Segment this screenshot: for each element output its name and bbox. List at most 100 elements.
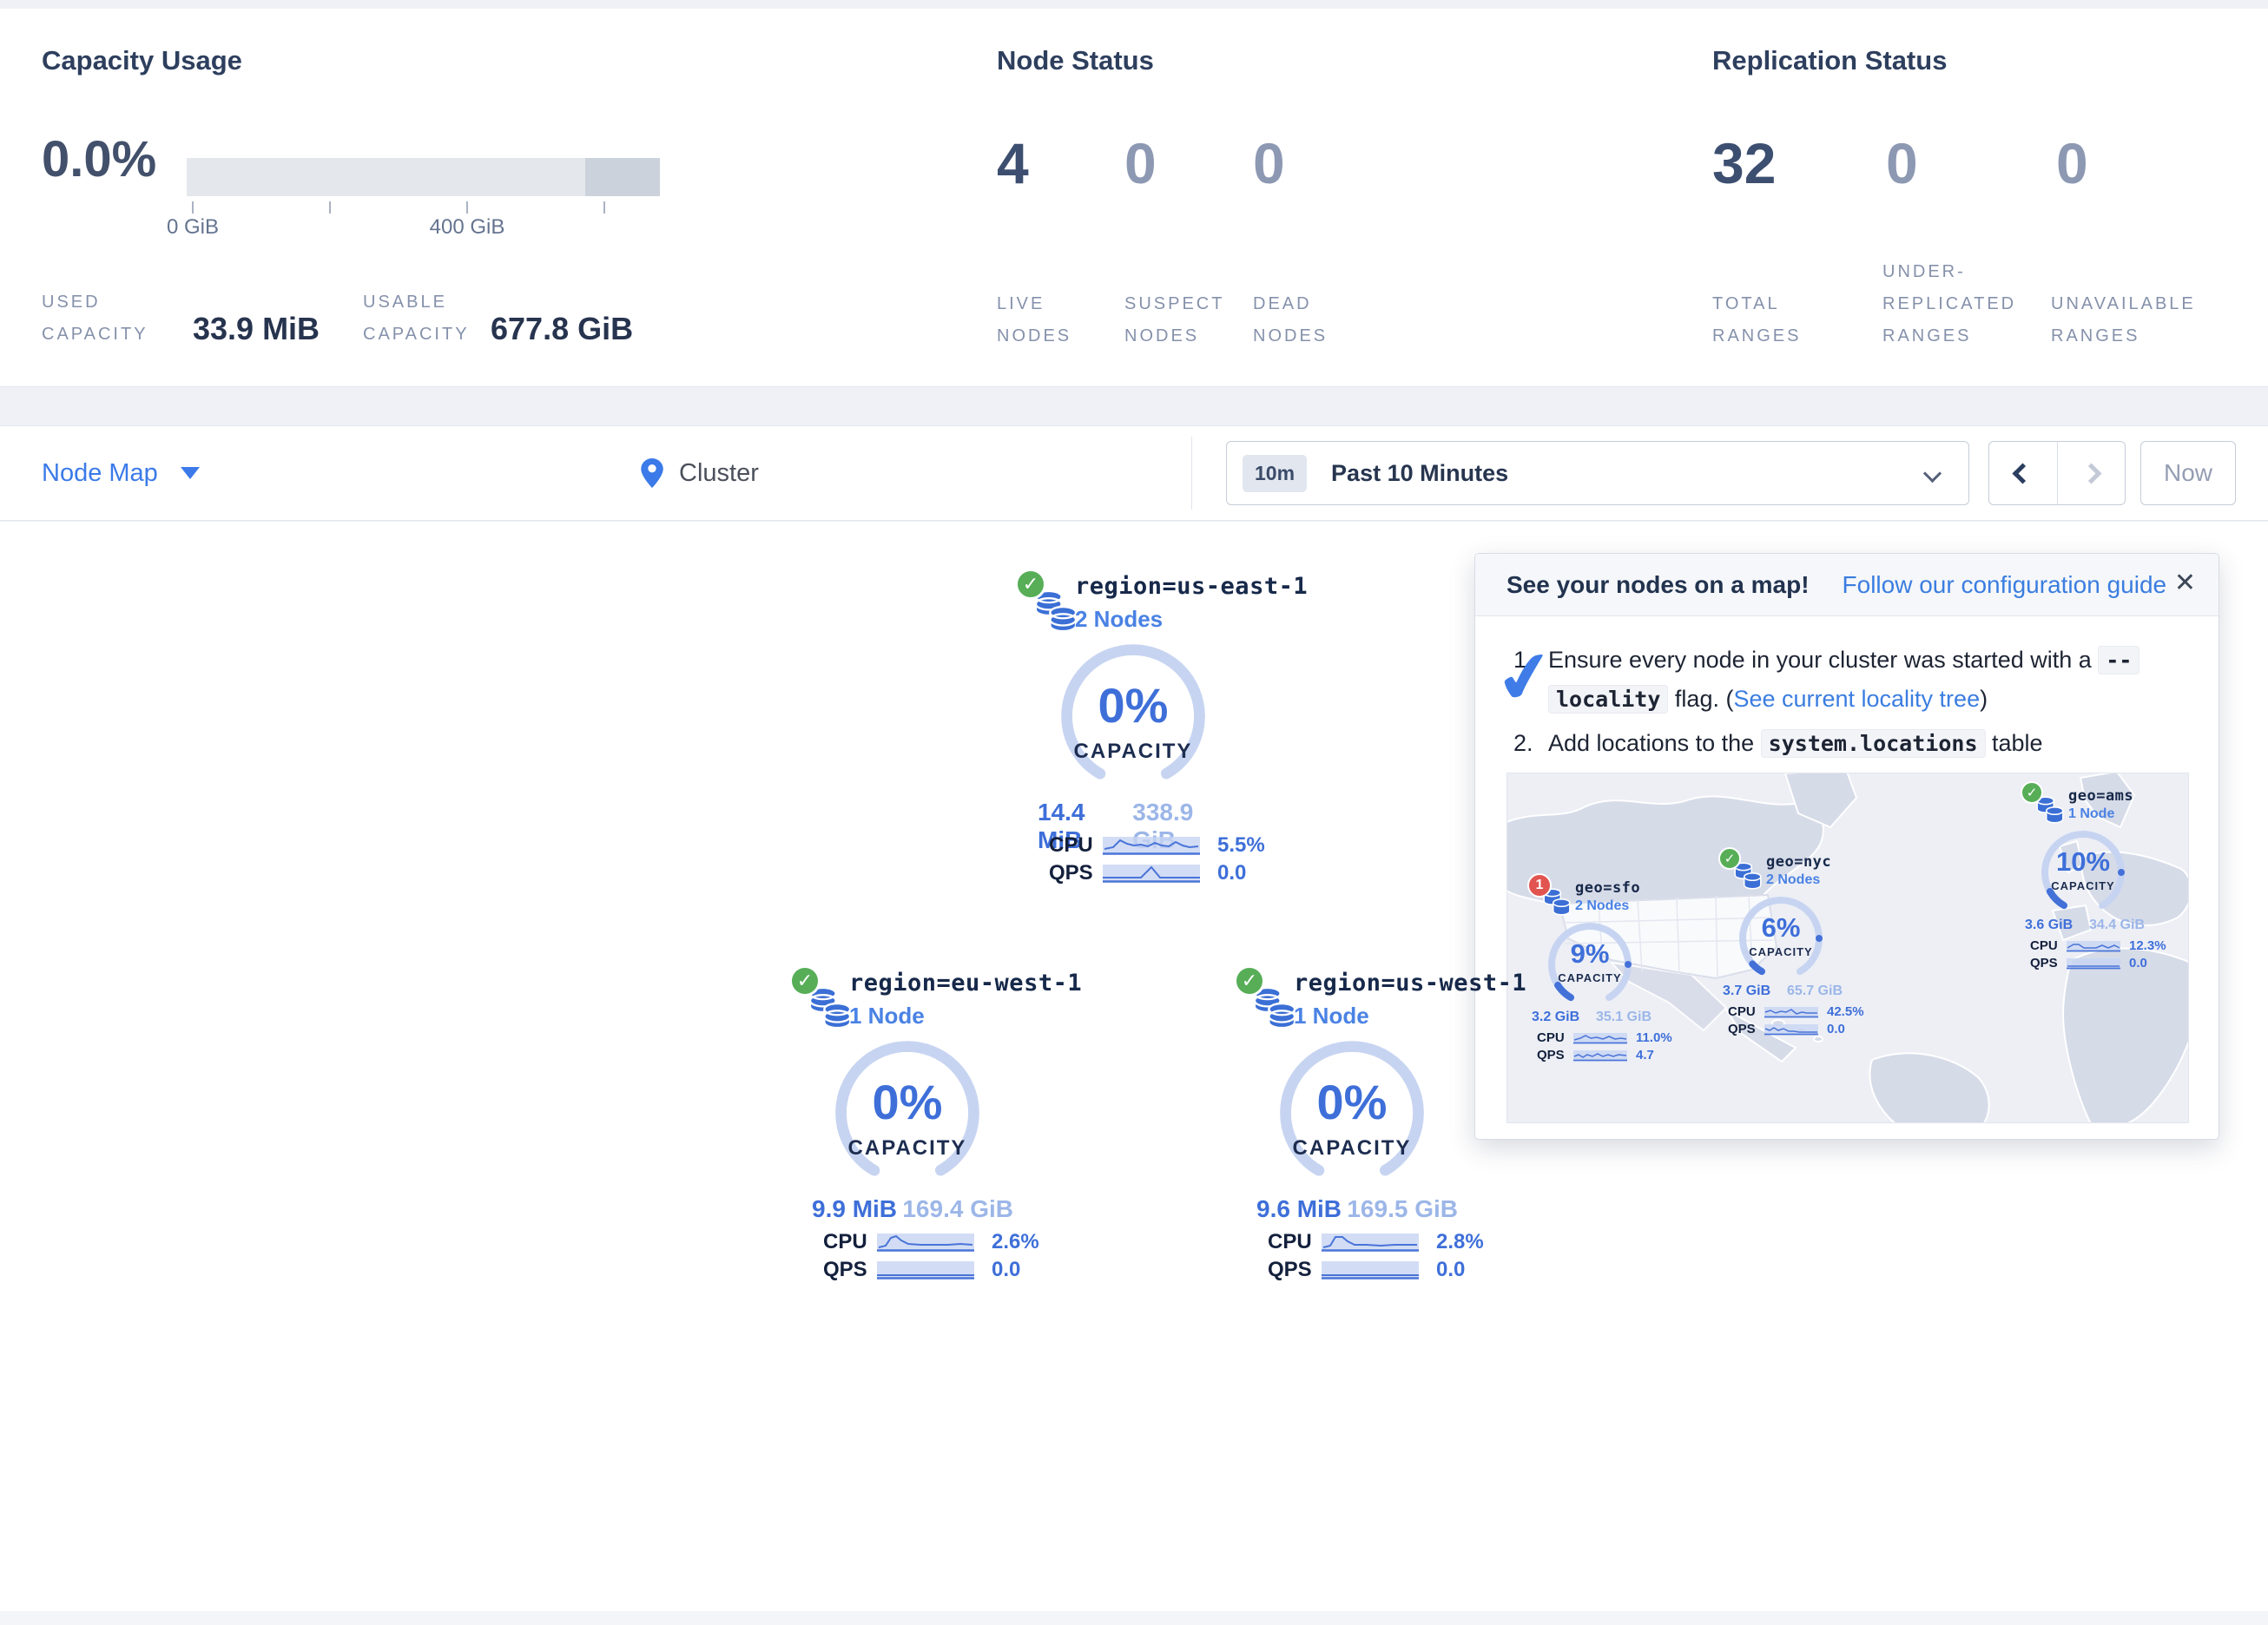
gauge-capacity-label: CAPACITY [2030, 879, 2136, 892]
qps-metric-row: QPS 0.0 [823, 1258, 1020, 1282]
axis-tick [329, 201, 331, 214]
chevron-right-icon [2080, 463, 2101, 484]
healthy-check-icon: ✓ [789, 965, 821, 997]
healthy-check-icon: ✓ [1718, 847, 1741, 870]
gauge-percent: 0% [822, 1074, 992, 1130]
capacity-bar [187, 158, 660, 196]
time-step-buttons [1988, 441, 2126, 505]
region-label: region=us-west-1 [1294, 970, 1526, 997]
breadcrumb-label: Cluster [679, 459, 759, 488]
qps-value: 0.0 [1436, 1258, 1465, 1282]
cpu-metric-row: CPU 2.8% [1268, 1230, 1484, 1254]
qps-label: QPS [823, 1258, 877, 1282]
cpu-label: CPU [1537, 1030, 1573, 1045]
cpu-value: 5.5% [1217, 833, 1265, 858]
usable-capacity-label: USABLE CAPACITY [363, 286, 502, 351]
used-capacity-label: USED CAPACITY [42, 286, 172, 351]
code-span: -- [2098, 646, 2139, 674]
nodes-count-link[interactable]: 1 Node [1294, 1003, 1369, 1030]
overview-panel: Capacity Usage 0.0% 0 GiB 400 GiB USED C… [0, 9, 2268, 387]
chevron-left-icon [2013, 463, 2034, 484]
toolbar: Node Map Cluster 10m Past 10 Minutes Now [0, 425, 2268, 521]
step-number: 2. [1513, 724, 1533, 762]
suspect-nodes-label: SUSPECT NODES [1124, 288, 1237, 352]
qps-sparkline [1103, 863, 1200, 884]
healthy-check-icon: ✓ [2021, 781, 2043, 804]
axis-tick [466, 201, 468, 214]
setup-card-title: See your nodes on a map! [1507, 571, 1810, 599]
gauge-values: 3.7 GiB 65.7 GiB [1723, 984, 1843, 999]
qps-value: 0.0 [1827, 1022, 1845, 1036]
qps-metric-row: QPS 0.0 [1268, 1258, 1465, 1282]
used-value: 9.9 MiB [812, 1195, 897, 1223]
qps-sparkline [1764, 1023, 1818, 1036]
gauge-values: 9.9 MiB 169.4 GiB [812, 1195, 1013, 1223]
cockroachdb-node-map-page: { "colors": { "accent_blue": "#3b7ae8", … [0, 0, 2268, 1625]
view-dropdown-label: Node Map [42, 459, 158, 488]
total-value: 65.7 GiB [1787, 984, 1843, 999]
gauge-capacity-label: CAPACITY [1537, 971, 1643, 984]
qps-label: QPS [2030, 956, 2067, 970]
qps-sparkline [877, 1260, 974, 1280]
time-back-button[interactable] [1989, 442, 2057, 504]
healthy-check-icon: ✓ [1015, 569, 1046, 600]
time-range-badge: 10m [1243, 455, 1307, 492]
cpu-value: 12.3% [2129, 938, 2166, 953]
qps-label: QPS [1268, 1258, 1322, 1282]
capacity-percent: 0.0% [42, 130, 156, 188]
qps-value: 0.0 [2129, 956, 2147, 970]
nodes-count-link[interactable]: 2 Nodes [1575, 898, 1629, 914]
qps-metric-row: QPS 0.0 [2030, 956, 2147, 970]
gauge-capacity-label: CAPACITY [1267, 1136, 1437, 1161]
configuration-guide-link[interactable]: Follow our configuration guide [1843, 571, 2167, 599]
cpu-label: CPU [1049, 833, 1103, 858]
cpu-metric-row: CPU 5.5% [1049, 833, 1265, 858]
cpu-metric-row: CPU 11.0% [1537, 1030, 1672, 1045]
gauge-capacity-label: CAPACITY [1728, 945, 1834, 958]
gauge-percent: 0% [1048, 677, 1218, 734]
gauge-percent: 10% [2030, 846, 2136, 878]
gauge-percent: 6% [1728, 912, 1834, 944]
now-button[interactable]: Now [2140, 441, 2236, 505]
total-value: 169.5 GiB [1347, 1195, 1458, 1223]
warning-count-badge: 1 [1527, 873, 1552, 898]
qps-metric-row: QPS 0.0 [1728, 1022, 1845, 1036]
breadcrumb[interactable]: Cluster [641, 426, 759, 520]
capacity-gauge: 6% CAPACITY [1728, 893, 1834, 984]
qps-sparkline [1573, 1049, 1627, 1062]
healthy-check-icon: ✓ [1234, 965, 1265, 997]
unavailable-label: UNAVAILABLE RANGES [2051, 288, 2225, 352]
capacity-gauge: 0% CAPACITY [1267, 1039, 1437, 1187]
qps-metric-row: QPS 0.0 [1049, 861, 1246, 885]
dead-nodes-count: 0 [1253, 130, 1285, 196]
nodes-count-link[interactable]: 2 Nodes [1075, 606, 1163, 633]
locality-tree-link[interactable]: See current locality tree [1733, 686, 1980, 712]
code-span: system.locations [1761, 729, 1986, 758]
qps-metric-row: QPS 4.7 [1537, 1048, 1654, 1062]
view-dropdown[interactable]: Node Map [42, 426, 200, 520]
axis-tick-label: 0 GiB [167, 215, 219, 240]
cpu-sparkline [2067, 940, 2120, 952]
gauge-capacity-label: CAPACITY [1048, 740, 1218, 764]
nodes-count-link[interactable]: 1 Node [849, 1003, 925, 1030]
unavailable-count: 0 [2056, 130, 2088, 196]
cpu-metric-row: CPU 12.3% [2030, 938, 2166, 953]
gauge-values: 3.6 GiB 34.4 GiB [2025, 918, 2145, 933]
time-range-select[interactable]: 10m Past 10 Minutes [1226, 441, 1969, 505]
gauge-percent: 9% [1537, 938, 1643, 970]
nodes-count-link[interactable]: 1 Node [2068, 806, 2114, 822]
total-ranges-label: TOTAL RANGES [1712, 288, 1825, 352]
nodes-count-link[interactable]: 2 Nodes [1766, 872, 1820, 888]
under-replicated-count: 0 [1886, 130, 1918, 196]
close-icon[interactable]: ✕ [2174, 568, 2196, 598]
axis-tick [603, 201, 605, 214]
cpu-value: 2.8% [1436, 1230, 1484, 1254]
cpu-label: CPU [1268, 1230, 1322, 1254]
step-text: ) [1980, 686, 1988, 712]
time-forward-button[interactable] [2057, 442, 2126, 504]
axis-tick [192, 201, 194, 214]
cpu-value: 42.5% [1827, 1004, 1864, 1019]
qps-sparkline [2067, 957, 2120, 970]
gauge-capacity-label: CAPACITY [822, 1136, 992, 1161]
geo-label: geo=sfo [1575, 879, 1640, 897]
